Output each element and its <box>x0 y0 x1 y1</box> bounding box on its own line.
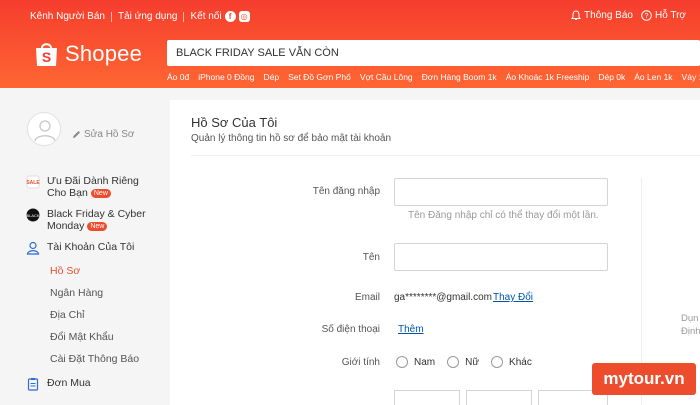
top-bar: Kênh Người Bán Tải ứng dụng Kết nối f ◎ … <box>0 0 700 34</box>
notifications-link[interactable]: Thông Báo <box>571 10 633 21</box>
sidebar-item-deals[interactable]: SALE Ưu Đãi Dành Riêng Cho Bạn New <box>26 175 139 199</box>
suggestion-link[interactable]: Áo Len 1k <box>634 72 672 82</box>
divider <box>110 11 112 22</box>
watermark-logo: mytour.vn <box>592 363 696 395</box>
search-value: BLACK FRIDAY SALE VẪN CÒN <box>176 47 339 59</box>
svg-text:BLACK: BLACK <box>26 213 39 218</box>
username-field[interactable] <box>394 178 608 206</box>
avatar[interactable] <box>27 112 61 146</box>
suggestion-link[interactable]: Set Đồ Gơn Phố <box>288 72 351 82</box>
new-badge: New <box>90 188 111 198</box>
suggestion-link[interactable]: iPhone 0 Đồng <box>198 72 254 82</box>
dob-month-select[interactable] <box>466 390 532 405</box>
user-icon <box>26 241 40 255</box>
logo-text: Shopee <box>65 41 143 66</box>
sidebar-item-label: Ưu Đãi Dành Riêng <box>47 175 139 187</box>
sidebar-item-black-friday[interactable]: BLACK Black Friday & Cyber Monday New <box>26 208 146 232</box>
gender-label-female: Nữ <box>465 356 480 368</box>
phone-label: Số điện thoại <box>321 324 380 335</box>
gender-label-male: Nam <box>414 356 436 368</box>
radio-circle <box>491 356 504 368</box>
gender-radio-female[interactable]: Nữ <box>447 356 479 368</box>
sidebar-sub-change-password[interactable]: Đổi Mật Khẩu <box>50 331 114 343</box>
dob-day-select[interactable] <box>394 390 460 405</box>
suggestion-link[interactable]: Đơn Hàng Boom 1k <box>422 72 497 82</box>
search-suggestions: Áo 0đ iPhone 0 Đồng Dép Set Đồ Gơn Phố V… <box>167 72 700 82</box>
gender-radio-other[interactable]: Khác <box>491 356 532 368</box>
page-subtitle: Quản lý thông tin hồ sơ để bảo mật tài k… <box>191 133 392 144</box>
right-panel-text: Dụn <box>681 313 699 324</box>
bell-icon <box>571 10 581 20</box>
seller-channel-link[interactable]: Kênh Người Bán <box>30 11 105 22</box>
suggestion-link[interactable]: Váy 1k <box>682 72 700 82</box>
gender-radio-group: Nam Nữ Khác <box>396 356 544 368</box>
help-label: Hỗ Trợ <box>654 10 686 21</box>
radio-circle <box>447 356 460 368</box>
help-icon: ? <box>641 10 652 21</box>
user-avatar-icon <box>34 120 56 142</box>
suggestion-link[interactable]: Áo Khoác 1k Freeship <box>506 72 590 82</box>
sidebar-item-my-account[interactable]: Tài Khoản Của Tôi <box>26 241 134 255</box>
deal-icon: SALE <box>26 175 40 189</box>
username-hint: Tên Đăng nhập chỉ có thể thay đổi một lầ… <box>408 210 599 221</box>
black-friday-icon: BLACK <box>26 208 40 222</box>
clipboard-icon <box>27 378 39 391</box>
gender-label: Giới tính <box>341 357 380 368</box>
page-title: Hồ Sơ Của Tôi <box>191 115 278 130</box>
pencil-icon <box>73 131 80 138</box>
instagram-icon[interactable]: ◎ <box>238 11 250 22</box>
connect-label: Kết nối <box>190 11 222 22</box>
new-badge: New <box>87 221 108 231</box>
help-link[interactable]: ? Hỗ Trợ <box>641 10 686 21</box>
sidebar-item-label: Cho Bạn <box>47 187 88 199</box>
download-app-link[interactable]: Tải ứng dụng <box>118 11 178 22</box>
name-label: Tên <box>362 252 380 263</box>
edit-profile-link[interactable]: Sửa Hồ Sơ <box>72 129 135 140</box>
suggestion-link[interactable]: Vợt Cầu Lông <box>360 72 413 82</box>
edit-profile-label: Sửa Hồ Sơ <box>84 129 135 140</box>
profile-panel: Hồ Sơ Của Tôi Quản lý thông tin hồ sơ để… <box>170 100 700 405</box>
right-panel-text: Định <box>681 326 700 337</box>
svg-text:?: ? <box>645 13 649 20</box>
gender-label-other: Khác <box>509 356 532 368</box>
search-input[interactable]: BLACK FRIDAY SALE VẪN CÒN <box>167 40 700 66</box>
sidebar-item-label: Đơn Mua <box>47 377 91 389</box>
change-email-link[interactable]: Thay Đổi <box>493 292 533 303</box>
email-value: ga********@gmail.com <box>394 292 492 303</box>
gender-radio-male[interactable]: Nam <box>396 356 435 368</box>
add-phone-link[interactable]: Thêm <box>398 324 424 335</box>
svg-text:S: S <box>42 49 51 65</box>
sidebar-item-label: Tài Khoản Của Tôi <box>47 241 135 253</box>
sidebar-item-label: Black Friday & Cyber <box>47 208 146 220</box>
username-label: Tên đăng nhập <box>312 186 380 197</box>
site-header: Kênh Người Bán Tải ứng dụng Kết nối f ◎ … <box>0 0 700 88</box>
divider <box>191 155 700 156</box>
name-field[interactable] <box>394 243 608 271</box>
radio-circle <box>396 356 408 368</box>
top-right-links: Thông Báo ? Hỗ Trợ <box>563 10 686 21</box>
sidebar-sub-address[interactable]: Địa Chỉ <box>50 309 84 321</box>
sidebar-item-label: Monday <box>47 220 85 232</box>
suggestion-link[interactable]: Dép <box>263 72 279 82</box>
suggestion-link[interactable]: Dép 0k <box>598 72 625 82</box>
shopping-bag-icon: S <box>36 43 57 66</box>
sidebar-sub-profile[interactable]: Hồ Sơ <box>50 265 80 277</box>
divider <box>183 11 185 22</box>
sidebar: Sửa Hồ Sơ SALE Ưu Đãi Dành Riêng Cho Bạn… <box>0 88 170 405</box>
svg-text:SALE: SALE <box>26 180 40 186</box>
facebook-icon[interactable]: f <box>224 11 236 22</box>
suggestion-link[interactable]: Áo 0đ <box>167 72 189 82</box>
email-label: Email <box>354 292 380 303</box>
sidebar-sub-bank[interactable]: Ngân Hàng <box>50 287 103 299</box>
sidebar-item-orders[interactable]: Đơn Mua <box>26 377 91 391</box>
top-left-links: Kênh Người Bán Tải ứng dụng Kết nối f ◎ <box>30 11 250 22</box>
sidebar-sub-notification-settings[interactable]: Cài Đặt Thông Báo <box>50 353 139 365</box>
notifications-label: Thông Báo <box>584 10 633 21</box>
shopee-logo[interactable]: S Shopee <box>34 40 142 68</box>
